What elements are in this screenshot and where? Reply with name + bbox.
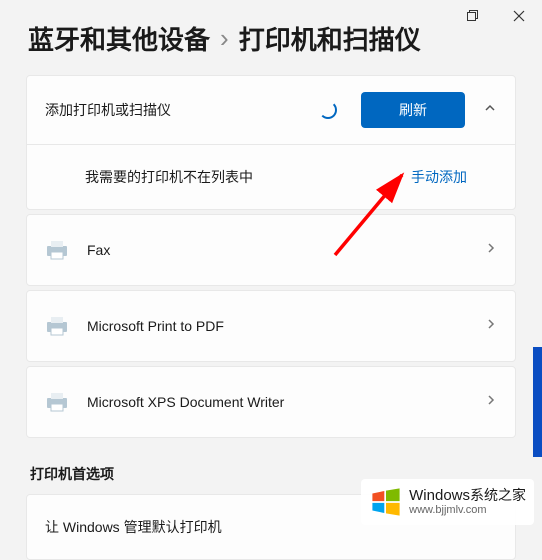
- printer-icon: [45, 240, 69, 260]
- manual-add-link[interactable]: 手动添加: [411, 167, 467, 187]
- add-printer-row: 添加打印机或扫描仪 刷新: [27, 76, 515, 145]
- printer-name: Fax: [87, 242, 485, 258]
- chevron-right-icon: [485, 393, 497, 411]
- printer-name: Microsoft XPS Document Writer: [87, 394, 485, 410]
- printer-item[interactable]: Microsoft Print to PDF: [26, 290, 516, 362]
- printer-name: Microsoft Print to PDF: [87, 318, 485, 334]
- breadcrumb-separator: ›: [220, 23, 229, 54]
- watermark-url: www.bjjmlv.com: [409, 504, 526, 516]
- loading-spinner-icon: [319, 101, 337, 119]
- chevron-up-icon[interactable]: [483, 101, 497, 120]
- close-icon: [513, 10, 525, 22]
- add-printer-label: 添加打印机或扫描仪: [45, 100, 319, 120]
- refresh-button[interactable]: 刷新: [361, 92, 465, 128]
- printer-icon: [45, 392, 69, 412]
- add-printer-section: 添加打印机或扫描仪 刷新 我需要的打印机不在列表中 手动添加: [26, 75, 516, 210]
- breadcrumb-parent[interactable]: 蓝牙和其他设备: [28, 20, 210, 57]
- printer-item[interactable]: Microsoft XPS Document Writer: [26, 366, 516, 438]
- chevron-right-icon: [485, 317, 497, 335]
- watermark: Windows系统之家 www.bjjmlv.com: [361, 479, 534, 525]
- chevron-right-icon: [485, 241, 497, 259]
- close-window-button[interactable]: [496, 0, 542, 32]
- breadcrumb-current: 打印机和扫描仪: [239, 20, 421, 57]
- printer-icon: [45, 316, 69, 336]
- printer-item[interactable]: Fax: [26, 214, 516, 286]
- restore-window-button[interactable]: [450, 0, 496, 32]
- windows-logo-icon: [369, 485, 403, 519]
- not-listed-label: 我需要的打印机不在列表中: [45, 167, 411, 187]
- restore-icon: [467, 10, 479, 22]
- printer-not-listed-row: 我需要的打印机不在列表中 手动添加: [27, 145, 515, 209]
- watermark-brand: Windows系统之家: [409, 488, 526, 505]
